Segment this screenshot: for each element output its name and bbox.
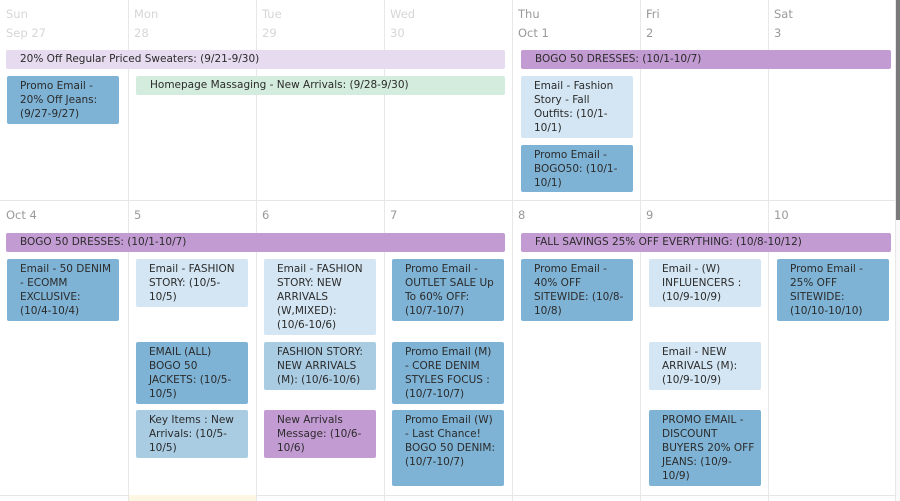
calendar-event[interactable]: Email - NEW ARRIVALS (M): (10/9-10/9) (649, 342, 761, 390)
date-label: 30 (390, 26, 405, 40)
calendar-event[interactable]: Email - FASHION STORY: NEW ARRIVALS (W,M… (264, 259, 376, 335)
day-header-fri[interactable]: Fri 2 (640, 5, 660, 43)
day-header-sat[interactable]: Sat 3 (768, 5, 793, 43)
weekday-label: Sat (774, 7, 793, 21)
calendar-event[interactable]: Promo Email - 40% OFF SITEWIDE: (10/8-10… (521, 259, 633, 321)
weekday-label: Thu (518, 7, 540, 21)
scrollbar-thumb[interactable] (896, 0, 900, 220)
date-label: 9 (646, 208, 654, 222)
calendar-event[interactable]: Email - 50 DENIM - ECOMM EXCLUSIVE: (10/… (7, 259, 119, 321)
date-label: 6 (262, 208, 270, 222)
date-label: 8 (518, 208, 526, 222)
day-header-tue[interactable]: Tue 29 (256, 5, 282, 43)
calendar-event[interactable]: Promo Email (W) - Last Chance! BOGO 50 D… (392, 410, 504, 486)
day-header-sun[interactable]: Sun Sep 27 (0, 5, 46, 43)
day-header-oct4[interactable]: Oct 4 (0, 206, 37, 225)
calendar-event[interactable]: Email - Fashion Story - Fall Outfits: (1… (521, 76, 633, 138)
date-label: 29 (262, 26, 277, 40)
calendar-month-view: Sun Sep 27 Mon 28 Tue 29 Wed 30 Thu Oct … (0, 0, 896, 501)
multi-day-event[interactable]: Homepage Massaging - New Arrivals: (9/28… (136, 76, 505, 95)
day-header-oct10[interactable]: 10 (768, 206, 789, 225)
weekday-label: Sun (6, 7, 28, 21)
multi-day-event[interactable]: BOGO 50 DRESSES: (10/1-10/7) (521, 50, 891, 69)
calendar-event[interactable]: Promo Email - OUTLET SALE Up To 60% OFF:… (392, 259, 504, 321)
date-label: 10 (774, 208, 789, 222)
calendar-event[interactable]: PROMO EMAIL - DISCOUNT BUYERS 20% OFF JE… (649, 410, 761, 486)
day-header-mon[interactable]: Mon 28 (128, 5, 158, 43)
date-label: 2 (646, 26, 654, 40)
day-header-oct8[interactable]: 8 (512, 206, 525, 225)
date-label: Oct 4 (6, 208, 37, 222)
multi-day-event[interactable]: BOGO 50 DRESSES: (10/1-10/7) (6, 233, 505, 252)
multi-day-event[interactable]: FALL SAVINGS 25% OFF EVERYTHING: (10/8-1… (521, 233, 891, 252)
next-week-highlight (129, 495, 256, 501)
week-divider (0, 200, 896, 201)
weekday-label: Tue (262, 7, 282, 21)
calendar-event[interactable]: Key Items : New Arrivals: (10/5-10/5) (136, 410, 248, 458)
date-label: Oct 1 (518, 26, 549, 40)
calendar-event[interactable]: Promo Email - 20% Off Jeans: (9/27-9/27) (7, 76, 119, 124)
calendar-event[interactable]: Promo Email - 25% OFF SITEWIDE: (10/10-1… (777, 259, 889, 321)
calendar-event[interactable]: Email - (W) INFLUENCERS : (10/9-10/9) (649, 259, 761, 307)
date-label: Sep 27 (6, 26, 46, 40)
calendar-event[interactable]: Promo Email (M) - CORE DENIM STYLES FOCU… (392, 342, 504, 404)
weekday-label: Wed (390, 7, 416, 21)
day-header-wed[interactable]: Wed 30 (384, 5, 415, 43)
multi-day-event[interactable]: 20% Off Regular Priced Sweaters: (9/21-9… (6, 50, 505, 69)
calendar-event[interactable]: Promo Email - BOGO50: (10/1-10/1) (521, 145, 633, 192)
day-header-oct5[interactable]: 5 (128, 206, 141, 225)
date-label: 5 (134, 208, 142, 222)
weekday-label: Mon (134, 7, 159, 21)
calendar-event[interactable]: FASHION STORY: NEW ARRIVALS (M): (10/6-1… (264, 342, 376, 390)
day-header-oct6[interactable]: 6 (256, 206, 269, 225)
day-header-oct9[interactable]: 9 (640, 206, 653, 225)
calendar-event[interactable]: Email - FASHION STORY: (10/5-10/5) (136, 259, 248, 307)
calendar-event[interactable]: New Arrivals Message: (10/6-10/6) (264, 410, 376, 458)
grid-divider (512, 0, 513, 501)
day-header-oct7[interactable]: 7 (384, 206, 397, 225)
weekday-label: Fri (646, 7, 660, 21)
calendar-event[interactable]: EMAIL (ALL) BOGO 50 JACKETS: (10/5-10/5) (136, 342, 248, 404)
date-label: 28 (134, 26, 149, 40)
date-label: 3 (774, 26, 782, 40)
day-header-thu[interactable]: Thu Oct 1 (512, 5, 549, 43)
date-label: 7 (390, 208, 398, 222)
